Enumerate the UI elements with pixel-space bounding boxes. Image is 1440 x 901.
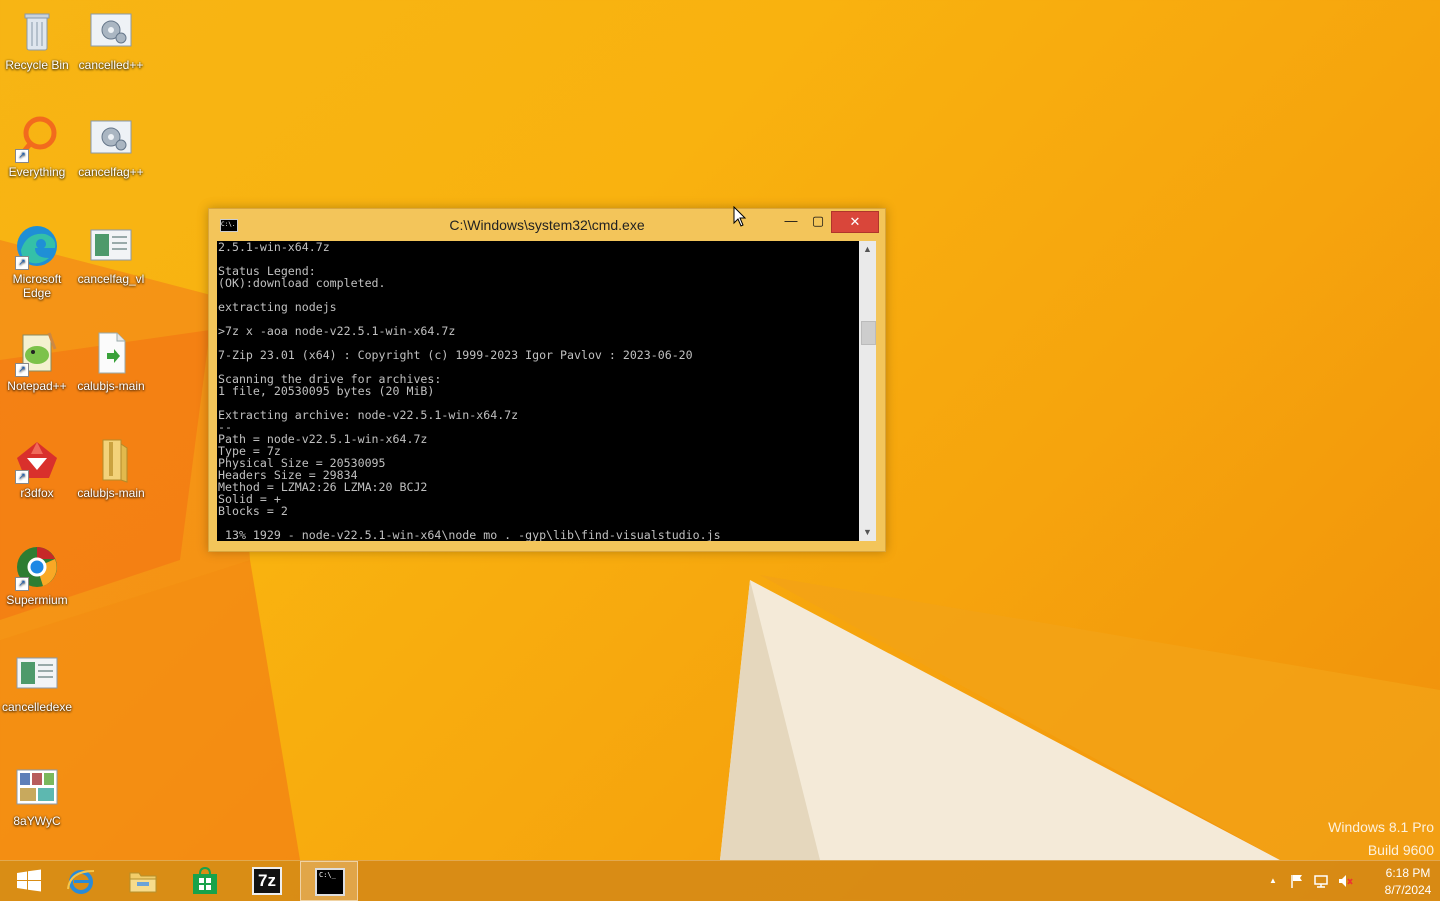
desktop-icon-label: cancelfag_vl xyxy=(77,272,145,286)
clock-time[interactable]: 6:18 PM xyxy=(1376,866,1440,880)
console-line: 7-Zip 23.01 (x64) : Copyright (c) 1999-2… xyxy=(218,348,693,362)
desktop-icon-8aywyc[interactable]: 8aYWyC xyxy=(1,764,73,828)
shortcut-arrow-icon: ↗ xyxy=(15,363,29,377)
shortcut-arrow-icon: ↗ xyxy=(15,470,29,484)
desktop-icon-label: Notepad++ xyxy=(7,379,67,393)
desktop-icon-cancelfag-vl[interactable]: cancelfag_vl xyxy=(75,222,147,286)
shortcut-arrow-icon: ↗ xyxy=(15,577,29,591)
file-explorer-icon xyxy=(129,872,157,893)
console-line: >7z x -aoa node-v22.5.1-win-x64.7z xyxy=(218,324,456,338)
console-line: Solid = + xyxy=(218,492,281,506)
scroll-up-button[interactable]: ▲ xyxy=(859,241,876,258)
system-tray: ▲ 6:18 PM 8/7/2024 xyxy=(1262,861,1440,901)
internet-explorer-icon xyxy=(67,870,95,894)
edge-browser-icon: ↗ xyxy=(13,222,61,270)
vertical-scrollbar[interactable]: ▲ ▼ xyxy=(859,241,876,541)
action-center-flag-icon[interactable] xyxy=(1289,873,1305,889)
desktop-icon-label: Supermium xyxy=(6,593,68,607)
notepad-plus-plus-icon: ↗ xyxy=(13,329,61,377)
windows-logo-icon xyxy=(17,869,41,892)
document-file-icon xyxy=(87,329,135,377)
taskbar: 7z C:\_ ▲ 6:18 PM 8/7/2024 xyxy=(0,860,1440,901)
console-line: 2.5.1-win-x64.7z xyxy=(218,241,330,254)
minimize-button[interactable]: — xyxy=(777,211,805,231)
console-line: Path = node-v22.5.1-win-x64.7z xyxy=(218,432,428,446)
console-line: Blocks = 2 xyxy=(218,504,288,518)
desktop-icon-calubjs-main-folder[interactable]: calubjs-main xyxy=(75,436,147,500)
desktop-icon-cancelled[interactable]: cancelled++ xyxy=(75,8,147,72)
desktop-icon-notepad-plus-plus[interactable]: ↗ Notepad++ xyxy=(1,329,73,393)
supermium-browser-icon: ↗ xyxy=(13,543,61,591)
zip-folder-icon xyxy=(87,436,135,484)
console-output[interactable]: 2.5.1-win-x64.7z Status Legend: (OK):downl… xyxy=(217,241,859,541)
desktop-icon-r3dfox[interactable]: ↗ r3dfox xyxy=(1,436,73,500)
desktop-icon-supermium[interactable]: ↗ Supermium xyxy=(1,543,73,607)
7zip-icon-label: 7z xyxy=(258,871,276,890)
console-line: Extracting archive: node-v22.5.1-win-x64… xyxy=(218,408,519,422)
shortcut-arrow-icon: ↗ xyxy=(15,149,29,163)
watermark-build: Build 9600 xyxy=(1367,842,1434,858)
settings-file-icon xyxy=(87,115,135,163)
taskbar-7zip[interactable]: 7z xyxy=(238,861,296,901)
mouse-cursor-icon xyxy=(733,206,747,227)
taskbar-internet-explorer[interactable] xyxy=(52,861,110,901)
clock-date[interactable]: 8/7/2024 xyxy=(1376,883,1440,897)
desktop-icon-cancelledexe[interactable]: cancelledexe xyxy=(1,650,73,714)
scroll-down-button[interactable]: ▼ xyxy=(859,524,876,541)
7zip-icon: 7z xyxy=(252,867,282,895)
desktop-icon-calubjs-main-file[interactable]: calubjs-main xyxy=(75,329,147,393)
cmd-icon: C:\_ xyxy=(315,868,345,896)
desktop-icon-everything[interactable]: ↗ Everything xyxy=(1,115,73,179)
desktop-icon-microsoft-edge[interactable]: ↗ Microsoft Edge xyxy=(1,222,73,300)
start-button[interactable] xyxy=(0,861,58,901)
taskbar-store[interactable] xyxy=(176,861,234,901)
desktop-icon-label: cancelfag++ xyxy=(78,165,144,179)
network-icon[interactable] xyxy=(1313,873,1329,889)
image-file-icon xyxy=(13,764,61,812)
console-line: 13% 1929 - node-v22.5.1-win-x64\node_mo … xyxy=(218,528,721,541)
console-line: extracting nodejs xyxy=(218,300,337,314)
close-button[interactable]: ✕ xyxy=(831,211,879,233)
desktop-icon-label: r3dfox xyxy=(20,486,54,500)
recycle-bin-icon xyxy=(13,8,61,56)
os-watermark: Windows 8.1 Pro Build 9600 xyxy=(1328,816,1434,862)
settings-file-icon xyxy=(87,8,135,56)
desktop-icon-label: 8aYWyC xyxy=(13,814,61,828)
desktop-icon-label: calubjs-main xyxy=(77,379,145,393)
cmd-titlebar[interactable]: C:\. C:\Windows\system32\cmd.exe — ▢ ✕ xyxy=(209,209,885,241)
console-line: Method = LZMA2:26 LZMA:20 BCJ2 xyxy=(218,480,428,494)
everything-search-icon: ↗ xyxy=(13,115,61,163)
shortcut-arrow-icon: ↗ xyxy=(15,256,29,270)
window-file-icon xyxy=(87,222,135,270)
store-bag-icon xyxy=(193,867,217,894)
volume-muted-icon[interactable] xyxy=(1337,873,1353,889)
show-hidden-icons-chevron-icon[interactable]: ▲ xyxy=(1265,873,1281,889)
desktop-icon-label: calubjs-main xyxy=(77,486,145,500)
desktop-icon-label: Everything xyxy=(8,165,66,179)
r3dfox-browser-icon: ↗ xyxy=(13,436,61,484)
cmd-icon-label: C:\_ xyxy=(319,871,336,879)
scroll-thumb[interactable] xyxy=(861,321,876,345)
maximize-button[interactable]: ▢ xyxy=(805,211,831,231)
watermark-edition: Windows 8.1 Pro xyxy=(1328,819,1434,835)
taskbar-cmd[interactable]: C:\_ xyxy=(300,861,358,901)
desktop-icon-cancelfag[interactable]: cancelfag++ xyxy=(75,115,147,179)
desktop-icon-label: Microsoft Edge xyxy=(12,272,62,300)
desktop-icon-label: cancelledexe xyxy=(1,700,73,714)
cmd-window[interactable]: C:\. C:\Windows\system32\cmd.exe — ▢ ✕ 2… xyxy=(208,208,886,552)
window-file-icon xyxy=(13,650,61,698)
console-line: (OK):download completed. xyxy=(218,276,386,290)
desktop-icon-recycle-bin[interactable]: Recycle Bin xyxy=(1,8,73,72)
console-line: 1 file, 20530095 bytes (20 MiB) xyxy=(218,384,435,398)
taskbar-file-explorer[interactable] xyxy=(114,861,172,901)
desktop-icon-label: cancelled++ xyxy=(78,58,144,72)
desktop-icon-label: Recycle Bin xyxy=(5,58,69,72)
